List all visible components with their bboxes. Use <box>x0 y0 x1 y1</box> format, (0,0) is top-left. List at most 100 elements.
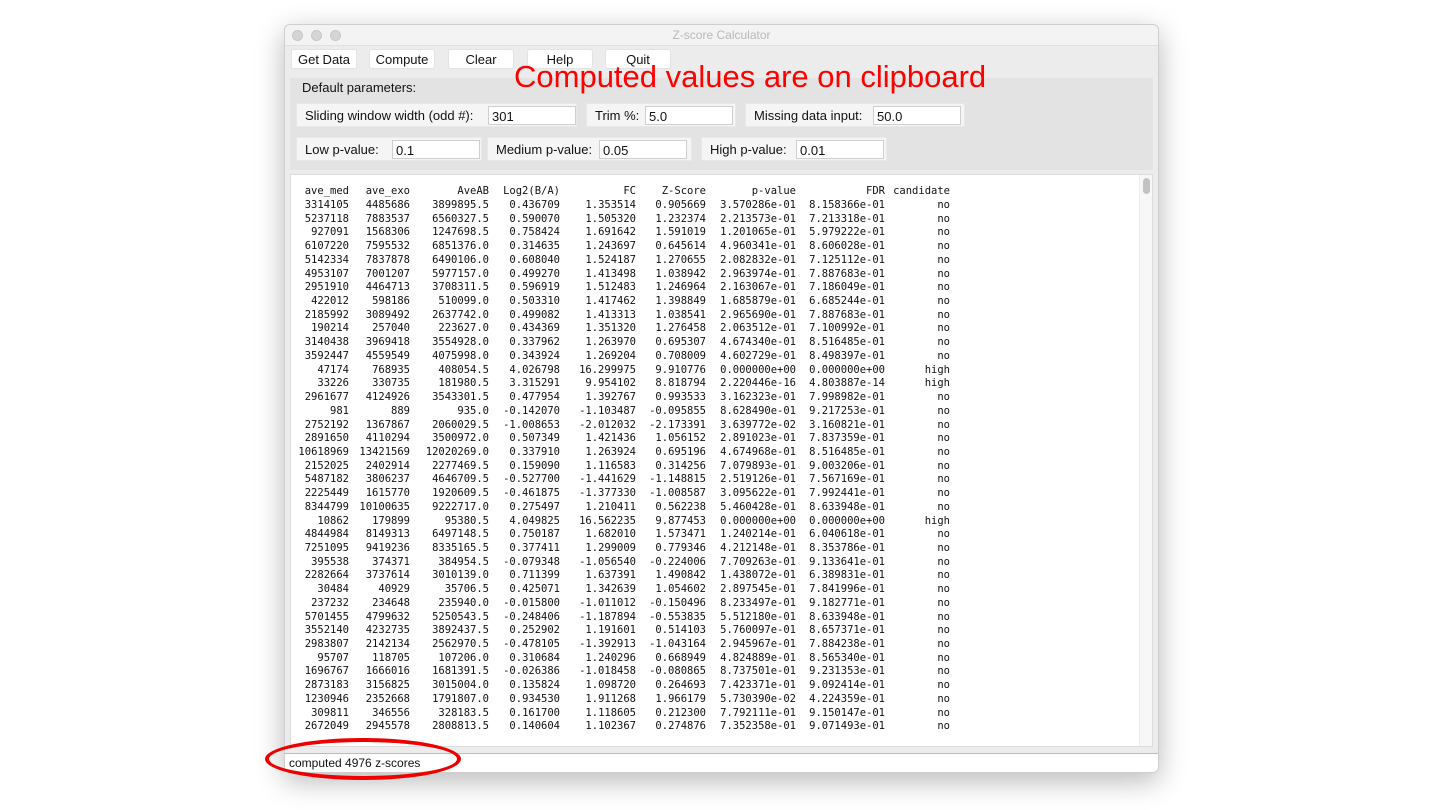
table-cell: 6.389831e-01 <box>809 569 885 582</box>
table-cell: no <box>937 336 950 349</box>
compute-button[interactable]: Compute <box>369 49 435 69</box>
sliding-window-label: Sliding window width (odd #): <box>305 108 474 123</box>
table-cell: 9.217253e-01 <box>809 404 885 417</box>
table-cell: 3.315291 <box>509 377 560 390</box>
missing-data-group: Missing data input: 50.0 <box>745 103 965 127</box>
table-cell: 8.633948e-01 <box>809 500 885 513</box>
column-header-p-value: p-value <box>751 185 796 197</box>
table-cell: 5977157.0 <box>432 267 489 280</box>
table-cell: no <box>937 199 950 211</box>
table-cell: 0.645614 <box>655 240 706 253</box>
column-header-candidate: candidate <box>893 185 950 197</box>
table-cell: 1.232374 <box>655 212 706 225</box>
table-cell: -0.026386 <box>503 665 560 678</box>
get-data-button[interactable]: Get Data <box>291 49 357 69</box>
table-cell: 0.264693 <box>655 679 706 692</box>
table-cell: 2.220446e-16 <box>720 377 796 390</box>
table-cell: 0.135824 <box>509 679 560 692</box>
table-cell: 4.602729e-01 <box>720 349 796 362</box>
table-cell: 0.695307 <box>655 336 706 349</box>
table-row: 237232 234648 235940.0 -0.015800 -1.011012 -0… <box>291 597 1131 611</box>
table-cell: 9.954102 <box>585 377 636 390</box>
table-row: 4844984 8149313 6497148.5 0.750187 1.682010 1… <box>291 528 1131 542</box>
table-cell: 1.342639 <box>585 583 636 596</box>
table-cell: 1.263970 <box>585 336 636 349</box>
table-cell: -2.173391 <box>649 418 706 431</box>
table-row: 190214 257040 223627.0 0.434369 1.351320 1.27… <box>291 322 1131 336</box>
table-cell: 7.100992e-01 <box>809 322 885 335</box>
table-cell: 2808813.5 <box>432 720 489 733</box>
table-cell: 1.490842 <box>655 569 706 582</box>
table-cell: 1.191601 <box>585 624 636 637</box>
table-cell: 2.519126e-01 <box>720 473 796 486</box>
table-cell: no <box>937 391 950 404</box>
table-cell: 1.240214e-01 <box>720 528 796 541</box>
table-cell: 1.392767 <box>585 391 636 404</box>
table-row: 2983807 2142134 2562970.5 -0.478105 -1.39291… <box>291 638 1131 652</box>
table-cell: 7.079893e-01 <box>720 459 796 472</box>
table-cell: 9.071493e-01 <box>809 720 885 733</box>
missing-data-input[interactable]: 50.0 <box>873 106 961 125</box>
table-cell: 7.841996e-01 <box>809 583 885 596</box>
table-cell: 3015004.0 <box>432 679 489 692</box>
table-cell: 8.516485e-01 <box>809 336 885 349</box>
table-cell: 0.934530 <box>509 692 560 705</box>
low-p-input[interactable]: 0.1 <box>392 140 480 159</box>
sliding-window-input[interactable]: 301 <box>488 106 576 125</box>
table-cell: 0.314256 <box>655 459 706 472</box>
trim-input[interactable]: 5.0 <box>645 106 733 125</box>
title-bar: Z-score Calculator <box>285 25 1158 46</box>
results-text-area[interactable]: ave_med ave_exo AveAB Log2(B/A) FC Z-Score p-v… <box>290 174 1153 747</box>
table-cell: 9.877453 <box>655 514 706 527</box>
table-cell: 9.231353e-01 <box>809 665 885 678</box>
scrollbar-thumb[interactable] <box>1143 178 1150 194</box>
table-row: 47174 768935 408054.5 4.026798 16.299975 9.91… <box>291 364 1131 378</box>
table-cell: -1.043164 <box>649 638 706 651</box>
table-cell: -0.150496 <box>649 596 706 609</box>
table-cell: 9222717.0 <box>432 500 489 513</box>
table-cell: 1681391.5 <box>432 665 489 678</box>
sliding-window-group: Sliding window width (odd #): 301 <box>296 103 577 127</box>
table-cell: 0.159090 <box>509 459 560 472</box>
table-cell: 1.270655 <box>655 253 706 266</box>
table-cell: 7.792111e-01 <box>720 706 796 719</box>
table-cell: 8.818794 <box>655 377 706 390</box>
table-cell: 0.695196 <box>655 445 706 458</box>
status-highlight-ellipse <box>265 738 461 780</box>
medium-p-input[interactable]: 0.05 <box>599 140 687 159</box>
table-cell: 1.243697 <box>585 240 636 253</box>
column-header-z-score: Z-Score <box>661 185 706 197</box>
table-cell: high <box>924 377 950 390</box>
high-p-input[interactable]: 0.01 <box>796 140 884 159</box>
table-cell: 0.779346 <box>655 542 706 554</box>
table-cell: 8.353786e-01 <box>809 542 885 554</box>
table-cell: 0.140604 <box>509 720 560 733</box>
table-cell: -0.142070 <box>503 404 560 417</box>
table-cell: -0.461875 <box>503 487 560 500</box>
table-cell: 4646709.5 <box>432 473 489 486</box>
table-cell: 1.098720 <box>585 679 636 692</box>
table-cell: 9.910776 <box>655 363 706 376</box>
table-cell: 8.516485e-01 <box>809 445 885 458</box>
table-cell: 510099.0 <box>438 295 489 308</box>
table-row: 2951910 4464713 3708311.5 0.596919 1.512483 1… <box>291 281 1131 295</box>
table-cell: 2.163067e-01 <box>720 281 796 294</box>
table-cell: 1.417462 <box>585 295 636 308</box>
table-cell: 8.233497e-01 <box>720 596 796 609</box>
table-cell: no <box>937 500 950 513</box>
table-cell: no <box>937 610 950 623</box>
table-cell: no <box>937 308 950 321</box>
table-cell: 8.657371e-01 <box>809 624 885 637</box>
table-cell: 8.606028e-01 <box>809 240 885 253</box>
table-cell: 7.709263e-01 <box>720 555 796 568</box>
clear-button[interactable]: Clear <box>448 49 514 69</box>
table-cell: 1.054602 <box>655 583 706 596</box>
high-p-label: High p-value: <box>710 142 787 157</box>
table-cell: 9.133641e-01 <box>809 555 885 568</box>
table-cell: 0.377411 <box>509 542 560 554</box>
vertical-scrollbar[interactable] <box>1139 175 1152 746</box>
table-cell: 8.633948e-01 <box>809 610 885 623</box>
table-cell: -1.008587 <box>649 487 706 500</box>
table-cell: no <box>937 692 950 705</box>
table-cell: 0.343924 <box>509 349 560 362</box>
